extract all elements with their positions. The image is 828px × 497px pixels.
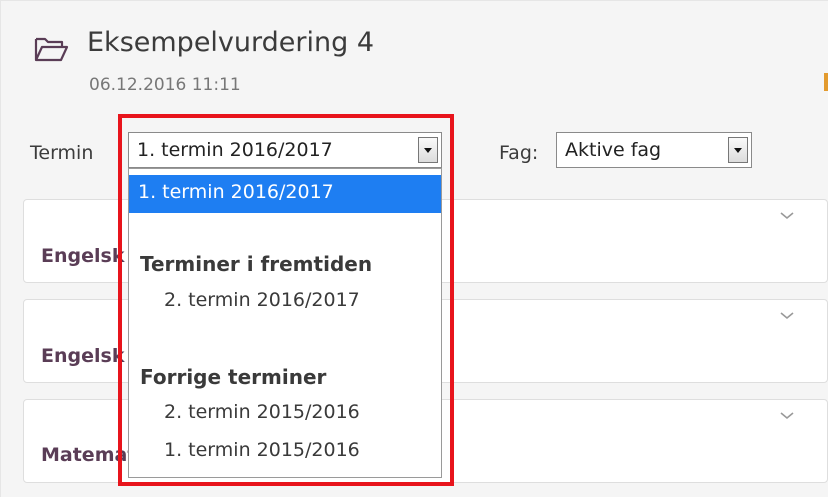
timestamp: 06.12.2016 11:11 [89, 75, 241, 95]
optgroup-previous: Forrige terminer [140, 365, 327, 389]
option-selected[interactable]: 1. termin 2016/2017 [129, 175, 441, 213]
termin-label: Termin [30, 142, 94, 164]
page-title: Eksempelvurdering 4 [87, 27, 375, 58]
fag-select-value: Aktive fag [565, 139, 662, 161]
subject-name: Engelsk [41, 345, 125, 367]
chevron-down-icon[interactable] [779, 408, 795, 424]
chevron-down-icon[interactable] [779, 308, 795, 324]
termin-select-value: 1. termin 2016/2017 [137, 139, 333, 161]
option-item[interactable]: 1. termin 2015/2016 [164, 439, 360, 461]
option-item[interactable]: 2. termin 2015/2016 [164, 401, 360, 423]
option-label: 1. termin 2016/2017 [138, 181, 334, 203]
folder-open-icon [34, 37, 69, 62]
status-accent [824, 73, 828, 91]
termin-dropdown-list: 1. termin 2016/2017 Terminer i fremtiden… [128, 168, 442, 478]
fag-select[interactable]: Aktive fag [556, 132, 752, 168]
dropdown-arrow-icon[interactable] [418, 137, 438, 163]
fag-label: Fag: [499, 142, 539, 164]
assessment-panel: Eksempelvurdering 4 06.12.2016 11:11 Ter… [0, 0, 828, 497]
option-item[interactable]: 2. termin 2016/2017 [164, 289, 360, 311]
chevron-down-icon[interactable] [779, 208, 795, 224]
subject-name: Engelsk [41, 245, 125, 267]
dropdown-arrow-icon[interactable] [728, 137, 748, 163]
termin-select[interactable]: 1. termin 2016/2017 [128, 132, 442, 168]
optgroup-future: Terminer i fremtiden [140, 252, 373, 276]
